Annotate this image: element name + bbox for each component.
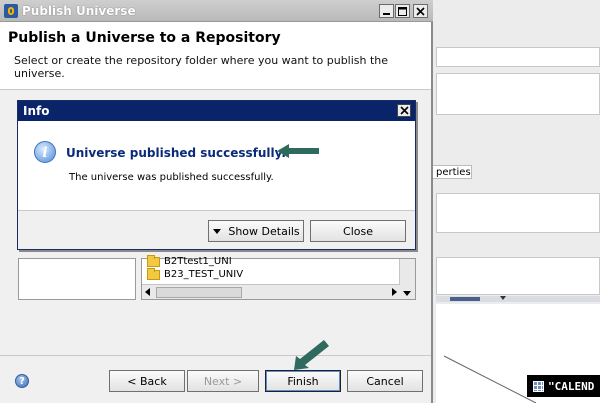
page-title: Publish a Universe to a Repository: [8, 30, 281, 46]
calendar-table-chip[interactable]: "CALEND: [527, 375, 600, 397]
finish-button[interactable]: Finish: [265, 370, 341, 392]
background-panel-bottom: [436, 257, 600, 295]
background-panel: [436, 73, 600, 115]
tree-horizontal-scrollbar[interactable]: [142, 284, 400, 299]
close-icon: [399, 106, 409, 115]
window-title: Publish Universe: [22, 3, 136, 18]
show-details-button[interactable]: Show Details: [208, 220, 304, 242]
next-button[interactable]: Next >: [187, 370, 259, 392]
background-scroll-thumb[interactable]: [450, 297, 480, 301]
info-dialog-title[interactable]: Info: [18, 101, 415, 121]
table-grid-icon: [533, 380, 544, 392]
scroll-left-icon[interactable]: [145, 288, 150, 296]
minimize-icon: [383, 12, 390, 15]
tree-item-folder[interactable]: B2Ttest1_UNI: [147, 254, 232, 268]
window-close-button[interactable]: [413, 4, 428, 18]
publish-universe-app-icon: [4, 3, 18, 18]
background-properties-tab[interactable]: perties: [432, 165, 472, 179]
back-button[interactable]: < Back: [109, 370, 185, 392]
info-dialog-body: [18, 121, 415, 211]
background-scrollbar[interactable]: [436, 296, 600, 302]
help-icon[interactable]: ?: [15, 374, 29, 388]
maximize-icon: [398, 6, 407, 16]
info-message: The universe was published successfully.: [69, 172, 274, 183]
scroll-down-icon[interactable]: [403, 291, 411, 296]
tree-vertical-scrollbar[interactable]: [399, 259, 415, 299]
cancel-button[interactable]: Cancel: [347, 370, 423, 392]
callout-arrow-icon: [277, 144, 319, 158]
page-description: Select or create the repository folder w…: [14, 54, 389, 80]
folder-icon: [147, 267, 160, 280]
scroll-right-icon[interactable]: [392, 288, 397, 296]
chevron-down-icon: [213, 229, 222, 234]
info-dialog-close-button[interactable]: [397, 104, 411, 117]
window-titlebar[interactable]: Publish Universe: [0, 0, 433, 22]
maximize-button[interactable]: [395, 4, 410, 18]
background-panel-lower: [436, 193, 600, 233]
scroll-thumb[interactable]: [156, 287, 242, 298]
callout-arrow-icon: [294, 340, 329, 370]
show-details-label: Show Details: [228, 224, 300, 238]
tree-item-folder[interactable]: B23_TEST_UNIV: [147, 267, 244, 281]
info-headline: Universe published successfully.: [66, 146, 286, 160]
repository-folder-tree[interactable]: B2Ttest1_UNI B23_TEST_UNIV: [141, 254, 416, 300]
folder-label: B2Ttest1_UNI: [164, 256, 232, 267]
info-close-button[interactable]: Close: [310, 220, 406, 242]
close-icon: [416, 6, 425, 16]
info-icon: i: [34, 141, 56, 163]
background-scroll-marker: [500, 296, 506, 300]
folder-label: B23_TEST_UNIV: [164, 269, 244, 280]
minimize-button[interactable]: [379, 4, 394, 18]
folder-icon: [147, 254, 160, 267]
calendar-table-label: "CALEND: [548, 379, 595, 393]
repository-list[interactable]: [18, 258, 136, 300]
footer-divider: [0, 355, 431, 356]
background-panel-bar: [436, 47, 600, 67]
